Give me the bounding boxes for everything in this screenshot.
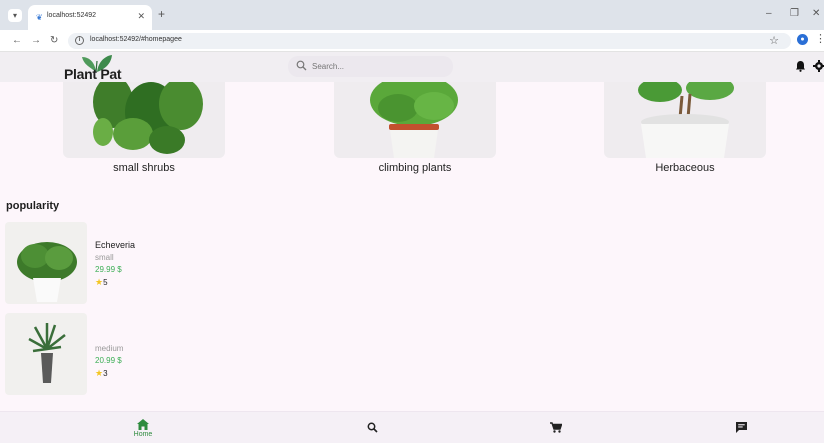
star-icon: ★ — [95, 368, 104, 378]
url-bar[interactable]: i localhost:52492/#homepagee ☆ — [68, 33, 791, 49]
bell-icon[interactable] — [795, 60, 806, 72]
plant-image — [638, 82, 734, 158]
forward-button[interactable]: → — [31, 34, 41, 47]
category-card-small-shrubs[interactable] — [63, 82, 225, 158]
category-label: Herbaceous — [655, 162, 715, 174]
item-price: 20.99 $ — [95, 356, 122, 365]
profile-avatar[interactable]: ● — [797, 34, 808, 45]
item-size: medium — [95, 344, 124, 353]
category-label: climbing plants — [378, 162, 452, 174]
item-thumbnail — [5, 313, 87, 395]
logo: Plant Pat — [64, 52, 134, 82]
browser-tabstrip: ▾ ❦ localhost:52492 ✕ + – ❐ ✕ — [0, 0, 824, 30]
cart-icon — [550, 422, 562, 433]
browser-tab[interactable]: ❦ localhost:52492 ✕ — [28, 5, 152, 30]
new-tab-button[interactable]: + — [158, 8, 165, 20]
chat-icon — [735, 422, 747, 433]
browser-addressbar: ← → ↻ i localhost:52492/#homepagee ☆ ● ⋮ — [0, 30, 824, 52]
back-button[interactable]: ← — [12, 34, 22, 47]
category-card-herbaceous[interactable] — [604, 82, 766, 158]
plant-image — [370, 82, 458, 158]
plant-image — [17, 242, 77, 302]
nav-search[interactable] — [342, 412, 402, 443]
nav-chat[interactable] — [711, 412, 771, 443]
search-bar[interactable] — [288, 56, 453, 77]
browser-menu-icon[interactable]: ⋮ — [815, 33, 824, 46]
search-input[interactable] — [312, 60, 442, 73]
favicon-icon: ❦ — [36, 13, 43, 22]
nav-cart[interactable] — [526, 412, 586, 443]
tab-title: localhost:52492 — [47, 12, 97, 19]
plant-image — [28, 323, 66, 383]
plant-image — [93, 82, 203, 154]
item-name: Echeveria — [95, 240, 136, 250]
category-card-climbing-plants[interactable] — [334, 82, 496, 158]
home-icon — [137, 419, 149, 430]
reload-button[interactable]: ↻ — [50, 34, 58, 47]
logo-text: Plant Pat — [64, 66, 122, 82]
search-icon — [296, 60, 307, 71]
item-rating: ★5 — [95, 277, 108, 288]
bottom-nav: Home — [0, 411, 824, 443]
tab-close-icon[interactable]: ✕ — [137, 11, 145, 22]
rating-value: 5 — [103, 278, 108, 287]
url-text: localhost:52492/#homepagee — [90, 36, 182, 43]
site-info-icon[interactable]: i — [75, 36, 84, 45]
app-header: Plant Pat — [0, 52, 824, 82]
minimize-button[interactable]: – — [766, 9, 772, 19]
item-thumbnail — [5, 222, 87, 304]
gear-icon[interactable] — [813, 60, 824, 72]
popular-item[interactable]: medium 20.99 $ ★3 — [5, 313, 245, 395]
bookmark-star-icon[interactable]: ☆ — [769, 34, 779, 47]
item-price: 29.99 $ — [95, 265, 122, 274]
star-icon: ★ — [95, 277, 104, 287]
nav-home-label: Home — [133, 431, 153, 438]
tab-search-button[interactable]: ▾ — [8, 9, 22, 22]
rating-value: 3 — [103, 369, 108, 378]
category-label: small shrubs — [113, 162, 175, 174]
restore-button[interactable]: ❐ — [790, 9, 799, 19]
nav-home[interactable]: Home — [113, 412, 173, 443]
section-title: popularity — [6, 200, 60, 212]
search-icon — [367, 422, 378, 433]
item-size: small — [95, 253, 114, 262]
item-rating: ★3 — [95, 368, 108, 379]
popular-item[interactable]: Echeveria small 29.99 $ ★5 — [5, 222, 245, 304]
close-window-button[interactable]: ✕ — [812, 9, 820, 19]
